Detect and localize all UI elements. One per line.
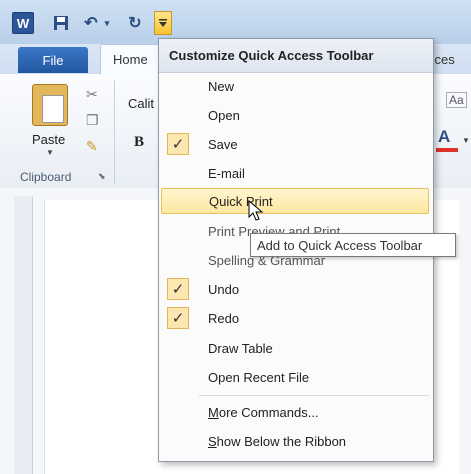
chevron-down-icon <box>159 19 167 27</box>
menu-item-save[interactable]: ✓ Save <box>161 131 429 157</box>
paste-icon[interactable] <box>32 84 68 126</box>
change-case-icon[interactable]: Aa <box>446 92 467 108</box>
menu-item-label: More Commands... <box>208 404 319 420</box>
menu-item-draw-table[interactable]: Draw Table <box>161 335 429 361</box>
cut-icon[interactable]: ✂ <box>86 86 98 103</box>
menu-item-redo[interactable]: ✓ Redo <box>161 305 429 331</box>
undo-dropdown-icon[interactable]: ▾ <box>102 12 112 34</box>
redo-icon[interactable]: ↻ <box>124 12 146 34</box>
menu-item-label: Draw Table <box>208 340 273 356</box>
font-color-swatch <box>436 148 458 152</box>
bold-button[interactable]: B <box>134 134 144 151</box>
menu-divider <box>199 395 429 396</box>
mouse-pointer-icon <box>248 200 264 221</box>
tab-file[interactable]: File <box>18 47 88 73</box>
checkmark-icon: ✓ <box>167 133 189 155</box>
format-painter-icon[interactable]: ✎ <box>86 138 98 155</box>
font-name-box[interactable]: Calit <box>128 96 154 111</box>
font-color-dropdown-icon[interactable]: ▼ <box>462 136 470 145</box>
menu-item-label: Redo <box>208 310 240 326</box>
menu-item-open-recent-file[interactable]: Open Recent File <box>161 364 429 390</box>
menu-item-label: Undo <box>208 281 240 297</box>
checkmark-icon: ✓ <box>167 278 189 300</box>
menu-item-more-commands[interactable]: More Commands... <box>161 399 429 425</box>
menu-item-show-below-ribbon[interactable]: Show Below the Ribbon <box>161 428 429 454</box>
menu-item-label: Save <box>208 136 238 152</box>
menu-item-label: Show Below the Ribbon <box>208 433 347 449</box>
paste-button-label[interactable]: Paste <box>32 132 65 147</box>
menu-item-label: Open <box>208 107 240 123</box>
save-icon[interactable] <box>50 12 72 34</box>
menu-item-new[interactable]: New <box>161 73 429 99</box>
checkmark-icon: ✓ <box>167 307 189 329</box>
undo-icon[interactable]: ↶ <box>80 12 102 34</box>
menu-item-label: Open Recent File <box>208 369 310 385</box>
menu-item-quick-print[interactable]: Quick Print <box>161 188 429 214</box>
customize-quick-access-toolbar-button[interactable] <box>154 11 172 35</box>
font-color-button[interactable]: A <box>438 127 450 147</box>
clipboard-group-label: Clipboard <box>20 170 72 184</box>
group-separator <box>114 80 115 184</box>
word-logo-icon[interactable]: W <box>12 12 34 34</box>
vertical-ruler <box>14 196 33 474</box>
menu-item-undo[interactable]: ✓ Undo <box>161 276 429 302</box>
menu-item-open[interactable]: Open <box>161 102 429 128</box>
menu-item-label: New <box>208 78 235 94</box>
menu-title: Customize Quick Access Toolbar <box>159 39 433 73</box>
menu-item-email[interactable]: E-mail <box>161 160 429 186</box>
floppy-disk-icon <box>54 16 68 30</box>
tab-home[interactable]: Home <box>100 44 164 74</box>
dialog-launcher-icon[interactable]: ⬊ <box>98 171 106 182</box>
tooltip: Add to Quick Access Toolbar <box>250 233 456 257</box>
paste-dropdown-icon[interactable]: ▼ <box>46 148 54 157</box>
menu-item-label: E-mail <box>208 165 245 181</box>
copy-icon[interactable]: ❐ <box>86 112 99 129</box>
